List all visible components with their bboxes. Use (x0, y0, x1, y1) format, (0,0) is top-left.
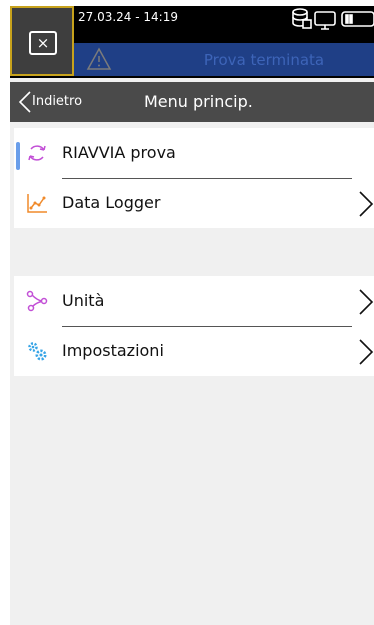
page-title: Menu princip. (144, 92, 253, 111)
datetime: 27.03.24 - 14:19 (78, 10, 178, 24)
back-label: Indietro (32, 94, 83, 109)
chevron-left-icon (18, 91, 31, 113)
menu-group-test: RIAVVIA prova Data Logger (14, 128, 374, 228)
nav-bar: Indietro Menu princip. (10, 82, 374, 122)
close-icon: × (29, 31, 57, 55)
menu-item-restart-test[interactable]: RIAVVIA prova (14, 128, 374, 178)
selection-indicator (16, 142, 20, 170)
top-bar: × 27.03.24 - 14:19 Prova terminata (10, 6, 374, 78)
line-chart-icon (27, 194, 47, 213)
battery-icon (341, 11, 374, 27)
warning-text: Prova terminata (203, 51, 325, 69)
close-button[interactable]: × (10, 6, 74, 76)
restart-icon (28, 145, 46, 161)
menu-item-settings[interactable]: Impostazioni (14, 326, 374, 376)
chevron-right-icon (359, 339, 374, 365)
menu-item-data-logger[interactable]: Data Logger (14, 178, 374, 228)
chevron-right-icon (359, 191, 374, 217)
gears-icon (28, 342, 47, 361)
menu-group-config: Unità Impostazioni (14, 276, 374, 376)
warning-banner: Prova terminata (74, 43, 374, 76)
database-icon (292, 8, 312, 29)
share-nodes-icon (26, 290, 48, 312)
menu-item-units[interactable]: Unità (14, 276, 374, 326)
chevron-right-icon (359, 289, 374, 315)
menu-item-label: Impostazioni (62, 341, 164, 360)
back-button[interactable]: Indietro (10, 82, 110, 122)
menu-item-label: Data Logger (62, 193, 161, 212)
menu-item-label: Unità (62, 291, 105, 310)
status-icons (292, 8, 374, 30)
menu-item-label: RIAVVIA prova (62, 143, 176, 162)
display-icon (314, 11, 336, 30)
device-screen: × 27.03.24 - 14:19 Prova terminata Indie… (10, 6, 374, 625)
